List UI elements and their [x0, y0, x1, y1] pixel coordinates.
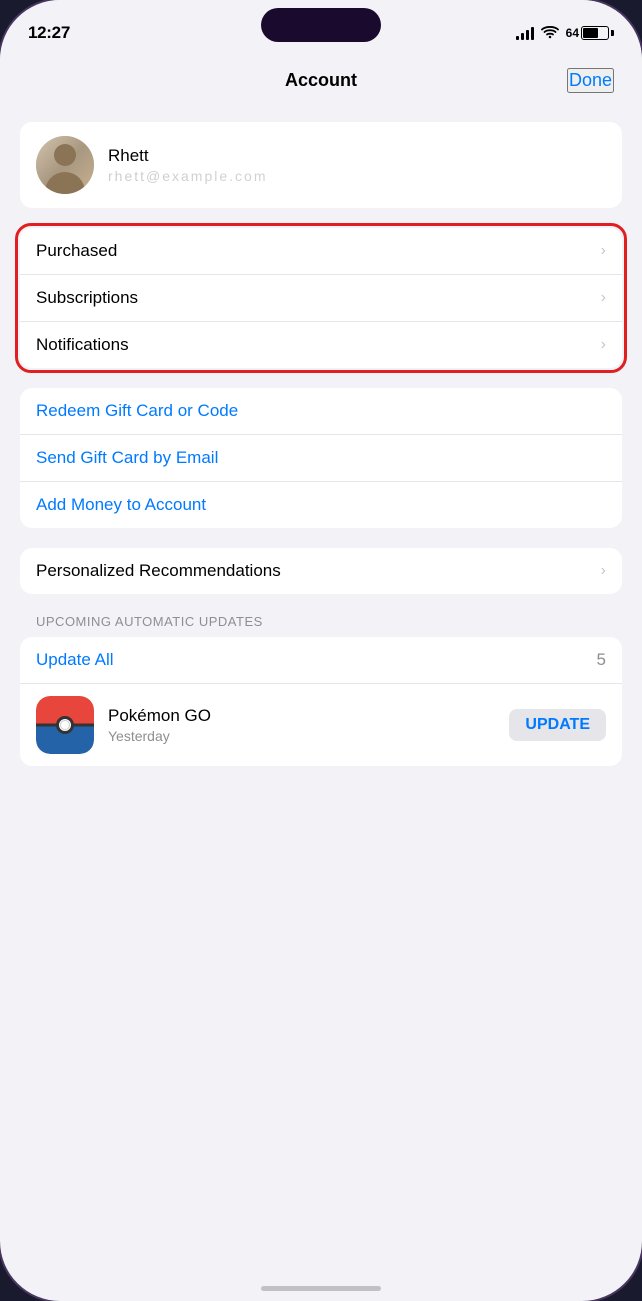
signal-bar-4: [531, 27, 534, 40]
pokeball-center: [56, 716, 74, 734]
upcoming-updates-header: UPCOMING AUTOMATIC UPDATES: [20, 614, 622, 637]
pokemon-go-info: Pokémon GO Yesterday: [108, 706, 495, 744]
update-count: 5: [597, 650, 606, 670]
phone-screen: 12:27 64: [0, 0, 642, 1301]
send-gift-card-label: Send Gift Card by Email: [36, 448, 218, 468]
home-indicator: [261, 1286, 381, 1291]
updates-list: Update All 5 Pokémon GO Yesterday UPD: [20, 637, 622, 766]
profile-email: rhett@example.com: [108, 168, 606, 184]
notifications-chevron-icon: ›: [601, 336, 606, 354]
subscriptions-label: Subscriptions: [36, 288, 138, 308]
page-title: Account: [285, 70, 357, 91]
battery-body: [581, 26, 609, 40]
purchased-item[interactable]: Purchased ›: [20, 228, 622, 275]
avatar-image: [36, 136, 94, 194]
add-money-label: Add Money to Account: [36, 495, 206, 515]
battery-tip: [611, 30, 614, 36]
pokemon-go-update-button[interactable]: UPDATE: [509, 709, 606, 741]
nav-bar: Account Done: [0, 54, 642, 106]
account-nav-list: Purchased › Subscriptions › Notification…: [20, 228, 622, 368]
subscriptions-chevron-icon: ›: [601, 289, 606, 307]
pokemon-go-subtitle: Yesterday: [108, 728, 495, 744]
personalized-recommendations-label: Personalized Recommendations: [36, 561, 281, 581]
status-icons: 64: [516, 26, 614, 40]
signal-bars-icon: [516, 26, 534, 40]
signal-bar-2: [521, 33, 524, 40]
camera-notch: [261, 8, 381, 42]
phone-frame: 12:27 64: [0, 0, 642, 1301]
pokemon-go-row[interactable]: Pokémon GO Yesterday UPDATE: [20, 684, 622, 766]
add-money-item[interactable]: Add Money to Account: [20, 482, 622, 528]
avatar: [36, 136, 94, 194]
profile-info: Rhett rhett@example.com: [108, 146, 606, 184]
notifications-item[interactable]: Notifications ›: [20, 322, 622, 368]
gift-actions-list: Redeem Gift Card or Code Send Gift Card …: [20, 388, 622, 528]
subscriptions-item[interactable]: Subscriptions ›: [20, 275, 622, 322]
pokemon-go-icon: [36, 696, 94, 754]
purchased-chevron-icon: ›: [601, 242, 606, 260]
profile-name: Rhett: [108, 146, 606, 166]
recommendations-list: Personalized Recommendations ›: [20, 548, 622, 594]
update-all-row[interactable]: Update All 5: [20, 637, 622, 684]
pokemon-go-name: Pokémon GO: [108, 706, 495, 726]
signal-bar-3: [526, 30, 529, 40]
done-button[interactable]: Done: [567, 68, 614, 93]
profile-card[interactable]: Rhett rhett@example.com: [20, 122, 622, 208]
account-nav-group: Purchased › Subscriptions › Notification…: [20, 228, 622, 368]
battery-icon: 64: [566, 26, 614, 40]
purchased-label: Purchased: [36, 241, 117, 261]
personalized-recommendations-item[interactable]: Personalized Recommendations ›: [20, 548, 622, 594]
pokeball-image: [36, 696, 94, 754]
status-time: 12:27: [28, 23, 70, 43]
update-all-label: Update All: [36, 650, 114, 670]
send-gift-card-item[interactable]: Send Gift Card by Email: [20, 435, 622, 482]
main-content: Rhett rhett@example.com Purchased › Subs…: [0, 106, 642, 1301]
recommendations-chevron-icon: ›: [601, 562, 606, 580]
notifications-label: Notifications: [36, 335, 129, 355]
battery-fill: [583, 28, 598, 38]
battery-percent: 64: [566, 26, 579, 40]
signal-bar-1: [516, 36, 519, 40]
redeem-gift-card-label: Redeem Gift Card or Code: [36, 401, 238, 421]
wifi-icon: [541, 26, 559, 40]
redeem-gift-card-item[interactable]: Redeem Gift Card or Code: [20, 388, 622, 435]
